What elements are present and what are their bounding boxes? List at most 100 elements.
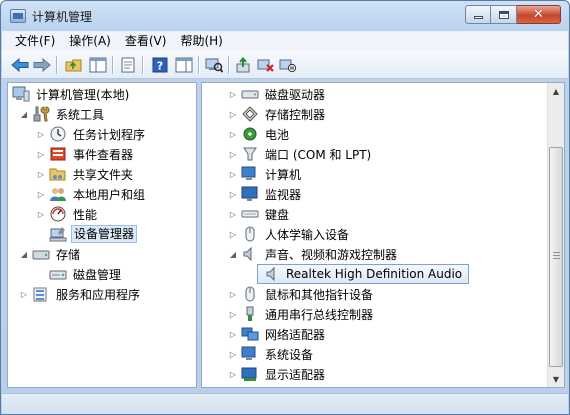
expand-arrow-icon[interactable]: ▷ — [227, 368, 239, 380]
tree-item-device-manager[interactable]: 设备管理器 — [47, 224, 138, 244]
device-category-network-adapters[interactable]: ▷ 网络适配器 — [227, 324, 327, 344]
expand-arrow-icon[interactable]: ▷ — [227, 308, 239, 320]
computer-management-icon — [10, 9, 26, 23]
toolbar-separator — [112, 56, 113, 74]
tree-item-event-viewer[interactable]: ▷ 事件查看器 — [35, 144, 135, 164]
up-one-level-button[interactable] — [64, 55, 84, 75]
expand-arrow-icon[interactable]: ▷ — [35, 208, 47, 220]
window-controls: ✕ — [465, 5, 561, 25]
device-category-label: 显示适配器 — [265, 367, 326, 382]
menu-file[interactable]: 文件(F) — [8, 31, 62, 51]
forward-button[interactable] — [32, 55, 52, 75]
device-category-battery[interactable]: ▷ 电池 — [227, 124, 291, 144]
tree-item-shared-folders[interactable]: ▷ 共享文件夹 — [35, 164, 135, 184]
port-icon — [241, 146, 259, 162]
collapse-arrow-icon[interactable]: ◢ — [227, 248, 239, 260]
close-button[interactable]: ✕ — [517, 5, 561, 24]
mouse-icon — [241, 286, 259, 302]
window-title: 计算机管理 — [32, 10, 93, 24]
expand-arrow-icon[interactable]: ▷ — [227, 228, 239, 240]
scan-hardware-changes-button[interactable] — [204, 55, 224, 75]
expand-arrow-icon[interactable]: ▷ — [227, 148, 239, 160]
scroll-up-arrow-icon[interactable]: ▲ — [548, 83, 564, 99]
device-category-hid[interactable]: ▷ 人体学输入设备 — [227, 224, 351, 244]
device-category-ports[interactable]: ▷ 端口 (COM 和 LPT) — [227, 144, 373, 164]
device-category-display-adapters[interactable]: ▷ 显示适配器 — [227, 364, 327, 384]
device-category-computer[interactable]: ▷ 计算机 — [227, 164, 303, 184]
back-arrow-icon — [11, 58, 29, 72]
collapse-arrow-icon[interactable]: ◢ — [18, 248, 30, 260]
toolbar-separator — [198, 56, 199, 74]
device-category-storage-controllers[interactable]: ▷ 存储控制器 — [227, 104, 327, 124]
menu-help[interactable]: 帮助(H) — [173, 31, 229, 51]
tree-item-computer-management[interactable]: 计算机管理(本地) — [10, 84, 131, 104]
expand-arrow-icon[interactable]: ▷ — [35, 148, 47, 160]
device-category-sound-video-game[interactable]: ◢ 声音、视频和游戏控制器 — [227, 244, 399, 264]
menu-view[interactable]: 查看(V) — [118, 31, 174, 51]
vertical-scrollbar[interactable]: ▲ ▼ — [547, 83, 564, 387]
minimize-icon — [473, 16, 483, 19]
tree-item-label: 性能 — [73, 207, 98, 222]
device-category-monitors[interactable]: ▷ 监视器 — [227, 184, 303, 204]
tree-item-task-scheduler[interactable]: ▷ 任务计划程序 — [35, 124, 147, 144]
device-category-disk-drives[interactable]: ▷ 磁盘驱动器 — [227, 84, 327, 104]
device-category-label: 人体学输入设备 — [265, 227, 350, 242]
device-category-system-devices[interactable]: ▷ 系统设备 — [227, 344, 315, 364]
expand-arrow-icon[interactable]: ▷ — [227, 108, 239, 120]
title-bar[interactable]: 计算机管理 ✕ — [1, 1, 569, 31]
tree-item-storage[interactable]: ◢ 存储 — [18, 244, 82, 264]
grip-line — [553, 258, 560, 259]
back-button[interactable] — [10, 55, 30, 75]
tree-item-services-applications[interactable]: ▷ 服务和应用程序 — [18, 284, 142, 304]
scrollbar-thumb[interactable] — [549, 147, 563, 367]
disk-drive-icon — [241, 86, 259, 102]
update-driver-button[interactable] — [234, 55, 254, 75]
expand-arrow-icon[interactable]: ▷ — [227, 348, 239, 360]
expand-arrow-icon[interactable]: ▷ — [35, 128, 47, 140]
expand-arrow-icon[interactable]: ▷ — [227, 208, 239, 220]
tree-item-local-users-groups[interactable]: ▷ 本地用户和组 — [35, 184, 147, 204]
tree-item-label: 本地用户和组 — [73, 187, 146, 202]
help-button[interactable]: ? — [150, 55, 170, 75]
battery-icon — [241, 126, 259, 142]
toolbar-separator — [228, 56, 229, 74]
tree-item-performance[interactable]: ▷ 性能 — [35, 204, 99, 224]
expand-arrow-icon[interactable]: ▷ — [227, 288, 239, 300]
device-category-mice[interactable]: ▷ 鼠标和其他指针设备 — [227, 284, 375, 304]
forward-arrow-icon — [33, 58, 51, 72]
expand-arrow-icon[interactable]: ▷ — [18, 288, 30, 300]
menu-action[interactable]: 操作(A) — [62, 31, 118, 51]
device-category-keyboards[interactable]: ▷ 键盘 — [227, 204, 291, 224]
device-category-label: 鼠标和其他指针设备 — [265, 287, 374, 302]
tree-item-label: 共享文件夹 — [73, 167, 134, 182]
maximize-button[interactable] — [491, 5, 517, 24]
expand-arrow-icon[interactable]: ▷ — [35, 188, 47, 200]
storage-controller-icon — [241, 106, 259, 122]
expand-arrow-icon[interactable]: ▷ — [227, 128, 239, 140]
expand-arrow-icon[interactable]: ▷ — [227, 328, 239, 340]
expand-arrow-icon[interactable]: ▷ — [35, 168, 47, 180]
computer-management-window: 计算机管理 ✕ 文件(F) 操作(A) 查看(V) 帮助(H) ? 计算机管理(… — [0, 0, 570, 415]
uninstall-device-button[interactable] — [256, 55, 276, 75]
scroll-down-arrow-icon[interactable]: ▼ — [548, 371, 564, 387]
collapse-arrow-icon[interactable]: ◢ — [18, 108, 30, 120]
services-icon — [32, 286, 50, 302]
device-realtek-audio[interactable]: Realtek High Definition Audio — [257, 264, 470, 284]
properties-button[interactable] — [118, 55, 138, 75]
shared-folder-icon — [49, 166, 67, 182]
expand-arrow-icon[interactable]: ▷ — [227, 88, 239, 100]
device-manager-icon — [49, 226, 67, 242]
toolbar: ? — [2, 51, 568, 79]
tree-item-disk-management[interactable]: 磁盘管理 — [47, 264, 123, 284]
expand-arrow-icon[interactable]: ▷ — [227, 168, 239, 180]
show-hide-action-pane-button[interactable] — [174, 55, 194, 75]
expand-arrow-icon[interactable]: ▷ — [227, 188, 239, 200]
disable-device-button[interactable] — [278, 55, 298, 75]
network-adapter-icon — [241, 326, 259, 342]
device-category-usb-controllers[interactable]: ▷ 通用串行总线控制器 — [227, 304, 375, 324]
toolbar-separator — [142, 56, 143, 74]
usb-icon — [241, 306, 259, 322]
show-hide-console-tree-button[interactable] — [88, 55, 108, 75]
minimize-button[interactable] — [465, 5, 491, 24]
tree-item-system-tools[interactable]: ◢ 系统工具 — [18, 104, 106, 124]
